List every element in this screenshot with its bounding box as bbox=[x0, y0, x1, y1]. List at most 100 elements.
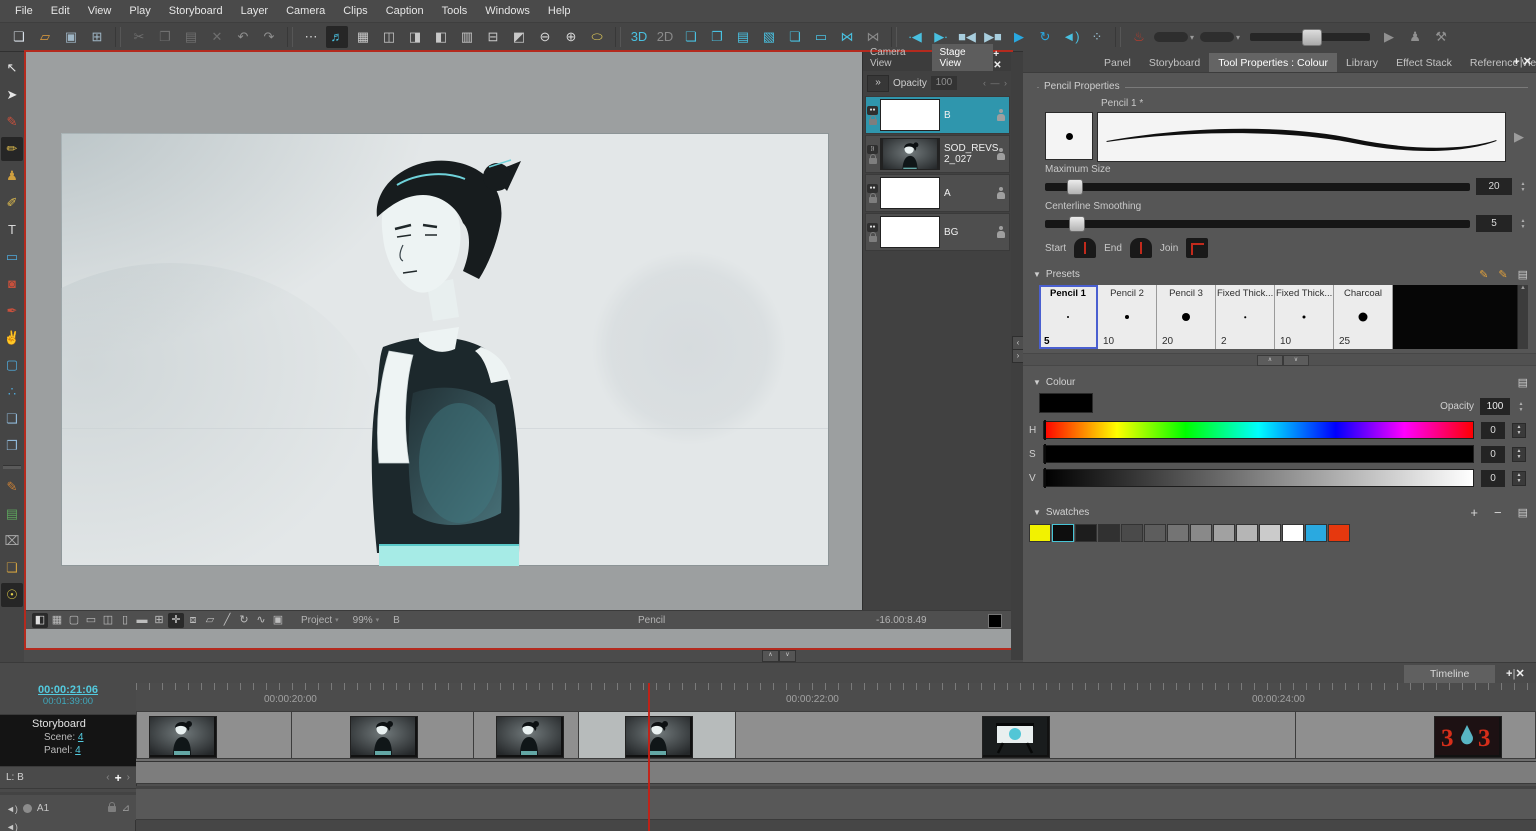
toolbar-menu-icon[interactable]: ⋯ bbox=[300, 26, 322, 48]
panel-thumbnail[interactable] bbox=[496, 716, 564, 758]
letterbox-icon[interactable]: ▬ bbox=[134, 613, 150, 628]
layer-nav-arrows[interactable]: ‹ — › bbox=[983, 78, 1008, 88]
prev-layer-icon[interactable]: ‹ bbox=[106, 772, 109, 783]
slider-handle[interactable] bbox=[1044, 444, 1046, 464]
chevron-down-icon[interactable]: ▾ bbox=[1190, 33, 1194, 42]
layer-track-lane[interactable] bbox=[136, 762, 1536, 784]
select-tool[interactable]: ↖ bbox=[1, 56, 23, 80]
add-layer-icon[interactable]: + bbox=[115, 771, 122, 785]
render-play-icon[interactable]: ▶ bbox=[1378, 26, 1400, 48]
show-sound-icon[interactable]: ♬ bbox=[326, 26, 348, 48]
smart-add-panel-button[interactable]: ▤ bbox=[1, 502, 23, 526]
scene-value[interactable]: 4 bbox=[78, 732, 84, 743]
drawing-canvas[interactable] bbox=[26, 52, 862, 628]
expand-up-icon[interactable]: ∧ bbox=[762, 650, 779, 662]
storyboard-panel[interactable] bbox=[1296, 711, 1536, 759]
storyboard-panel[interactable] bbox=[736, 711, 1296, 759]
panel-tab[interactable]: Tool Properties : Colour bbox=[1209, 53, 1337, 72]
storyboard-panel[interactable] bbox=[474, 711, 579, 759]
curve-icon[interactable]: ∿ bbox=[253, 613, 269, 628]
next-layer-icon[interactable]: › bbox=[127, 772, 130, 783]
save-project-icon[interactable]: ▣ bbox=[60, 26, 82, 48]
menu-item[interactable]: Clips bbox=[334, 2, 376, 20]
speaker-icon[interactable]: ◄) bbox=[6, 804, 18, 814]
filmstrip-view-icon[interactable]: ▥ bbox=[456, 26, 478, 48]
slider-handle[interactable] bbox=[1302, 29, 1322, 46]
paint-tool[interactable]: ◙ bbox=[1, 272, 23, 296]
tool-presets-icon[interactable]: ♨ bbox=[1128, 26, 1150, 48]
colour-preset-dropdown[interactable] bbox=[1200, 32, 1234, 42]
panel-thumbnail[interactable] bbox=[1434, 716, 1502, 758]
timeline-view-icon[interactable]: ◩ bbox=[508, 26, 530, 48]
menu-item[interactable]: Help bbox=[539, 2, 580, 20]
dropper-tool[interactable]: ✒ bbox=[1, 299, 23, 323]
panel-value[interactable]: 4 bbox=[75, 745, 81, 756]
menu-item[interactable]: File bbox=[6, 2, 42, 20]
thumbnails-view-icon[interactable]: ▦ bbox=[352, 26, 374, 48]
duplicate-panel-icon[interactable]: ▧ bbox=[758, 26, 780, 48]
smart-add-panel-icon[interactable]: ❐ bbox=[706, 26, 728, 48]
zoom-level-dropdown[interactable]: 99% bbox=[353, 615, 373, 626]
camera-mask-icon[interactable]: ▭ bbox=[83, 613, 99, 628]
grid-icon[interactable]: ⊞ bbox=[151, 613, 167, 628]
layer-name[interactable]: BG bbox=[944, 227, 996, 238]
end-cap-button[interactable] bbox=[1130, 238, 1152, 258]
presets-menu-icon[interactable]: ▤ bbox=[1518, 268, 1528, 281]
hand-tool[interactable]: ✌ bbox=[1, 326, 23, 350]
max-size-spinner[interactable]: ▲▼ bbox=[1518, 181, 1528, 193]
pipeline-icon[interactable]: ⚒ bbox=[1430, 26, 1452, 48]
new-project-icon[interactable]: ❏ bbox=[8, 26, 30, 48]
layer-name[interactable]: B bbox=[944, 110, 996, 121]
safe-area-icon[interactable]: ▢ bbox=[66, 613, 82, 628]
vertical-splitter[interactable]: ‹ › bbox=[1011, 52, 1023, 660]
layer-thumbnail[interactable] bbox=[880, 177, 940, 209]
SOD_REVS 2_027[interactable]: )) SOD_REVS 2_027 bbox=[865, 135, 1010, 173]
panel-tab[interactable]: Panel bbox=[1095, 53, 1140, 72]
value-slider[interactable] bbox=[1043, 469, 1474, 487]
panel-tab[interactable]: Effect Stack bbox=[1387, 53, 1461, 72]
layer-visibility-icon[interactable]: )) bbox=[867, 145, 878, 154]
import-panel-icon[interactable]: ❏ bbox=[784, 26, 806, 48]
view-fit-icon[interactable]: ◧ bbox=[32, 613, 48, 628]
colour-swatch[interactable] bbox=[1075, 524, 1097, 542]
save-everything-icon[interactable]: ⊞ bbox=[86, 26, 108, 48]
redo-icon[interactable]: ↷ bbox=[258, 26, 280, 48]
panel-thumbnail[interactable] bbox=[982, 716, 1050, 758]
panel-thumbnail[interactable] bbox=[625, 716, 693, 758]
layer-lock-icon[interactable] bbox=[869, 236, 877, 242]
layer-animate-icon[interactable] bbox=[996, 148, 1005, 160]
remove-swatch-icon[interactable]: − bbox=[1494, 505, 1502, 520]
max-size-slider[interactable] bbox=[1045, 183, 1470, 191]
colour-swatch[interactable] bbox=[1282, 524, 1304, 542]
layer-name[interactable]: A bbox=[944, 188, 996, 199]
slider-handle[interactable] bbox=[1067, 179, 1083, 195]
ruler-icon[interactable]: ╱ bbox=[219, 613, 235, 628]
text-tool[interactable]: T bbox=[1, 218, 23, 242]
start-cap-button[interactable] bbox=[1074, 238, 1096, 258]
menu-item[interactable]: Layer bbox=[232, 2, 278, 20]
tool-size-slider[interactable] bbox=[1250, 33, 1370, 41]
colour-swatch[interactable] bbox=[1098, 524, 1120, 542]
layer-thumbnail[interactable] bbox=[880, 216, 940, 248]
menu-item[interactable]: Play bbox=[120, 2, 159, 20]
hue-slider[interactable] bbox=[1043, 421, 1474, 439]
rectangle-tool[interactable]: ▭ bbox=[1, 245, 23, 269]
layer-arrange-tool[interactable]: ❐ bbox=[1, 434, 23, 458]
storyboard-panel-current[interactable] bbox=[579, 711, 736, 759]
current-colour-chip[interactable] bbox=[988, 614, 1002, 628]
colour-swatch[interactable] bbox=[1213, 524, 1235, 542]
presets-scrollbar[interactable]: ▲ bbox=[1517, 285, 1528, 349]
layer-visibility-icon[interactable]: ●● bbox=[867, 106, 878, 115]
menu-item[interactable]: View bbox=[79, 2, 121, 20]
expand-down-icon[interactable]: ∨ bbox=[1283, 355, 1309, 366]
panel-thumbnail[interactable] bbox=[350, 716, 418, 758]
timecode-overlay-icon[interactable]: ⧈ bbox=[185, 613, 201, 628]
layer-thumbnail[interactable] bbox=[880, 138, 940, 170]
layer-visibility-icon[interactable]: ●● bbox=[867, 223, 878, 232]
eraser-tool[interactable]: ✐ bbox=[1, 191, 23, 215]
layer-lock-icon[interactable] bbox=[869, 197, 877, 203]
saturation-slider[interactable] bbox=[1043, 445, 1474, 463]
layer-lock-icon[interactable] bbox=[869, 158, 877, 164]
colour-swatch[interactable] bbox=[1167, 524, 1189, 542]
stamp-tool[interactable]: ♟ bbox=[1, 164, 23, 188]
